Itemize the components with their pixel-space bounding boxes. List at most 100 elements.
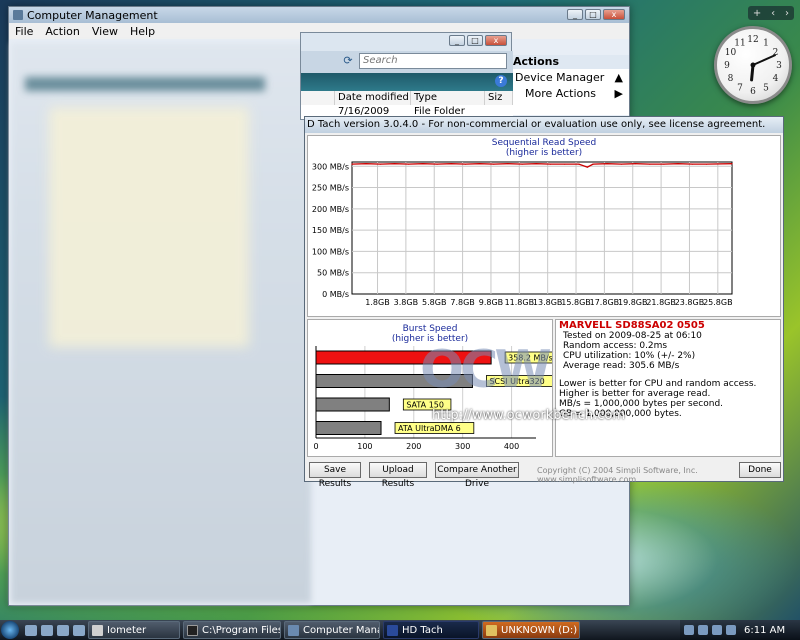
- power-icon[interactable]: [726, 625, 736, 635]
- data-point: [535, 163, 537, 165]
- prev-gadget-icon[interactable]: ‹: [771, 8, 775, 19]
- iometer-icon: [92, 624, 103, 636]
- clock-numeral: 5: [763, 84, 769, 94]
- burst-bar: [315, 421, 382, 435]
- menu-action[interactable]: Action: [45, 25, 79, 38]
- data-point: [422, 163, 424, 165]
- next-gadget-icon[interactable]: ›: [785, 8, 789, 19]
- menu-view[interactable]: View: [92, 25, 118, 38]
- menu-help[interactable]: Help: [130, 25, 155, 38]
- volume-icon[interactable]: [698, 625, 708, 635]
- data-point: [379, 163, 381, 165]
- x-tick-label: 11.8GB: [505, 298, 535, 307]
- close-button[interactable]: x: [603, 9, 625, 20]
- x-tick-label: 23.8GB: [675, 298, 705, 307]
- x-tick-label: 400: [504, 442, 519, 451]
- x-tick-label: 13.8GB: [533, 298, 563, 307]
- burst-chart-title-line1: Burst Speed: [402, 324, 458, 334]
- ie-icon[interactable]: [57, 624, 69, 636]
- taskbar-clock[interactable]: 6:11 AM: [744, 625, 785, 636]
- column-type[interactable]: Type: [411, 91, 485, 105]
- taskbar-item-cmd[interactable]: C:\Program Files\Io...: [183, 621, 281, 639]
- taskbar-item-unknown-drive[interactable]: UNKNOWN (D:): [482, 621, 580, 639]
- x-tick-label: 7.8GB: [450, 298, 474, 307]
- actions-header: Actions: [509, 55, 629, 69]
- plot-area: [351, 161, 733, 295]
- y-tick-label: 50 MB/s: [317, 269, 349, 278]
- seq-chart-title-line1: Sequential Read Speed: [491, 138, 597, 148]
- network-icon[interactable]: [684, 625, 694, 635]
- clock-numeral: 9: [724, 61, 730, 71]
- taskbar-item-iometer[interactable]: Iometer: [88, 621, 180, 639]
- x-tick-label: 3.8GB: [394, 298, 418, 307]
- data-point: [521, 163, 523, 165]
- hdtach-window[interactable]: D Tach version 3.0.4.0 - For non-commerc…: [304, 116, 784, 489]
- explorer-icon[interactable]: [73, 624, 85, 636]
- taskbar-item-hdtach[interactable]: HD Tach: [383, 621, 479, 639]
- hdtach-title: D Tach version 3.0.4.0 - For non-commerc…: [305, 117, 783, 133]
- info-random-access: Random access: 0.2ms: [563, 341, 668, 351]
- data-point: [493, 163, 495, 165]
- help-icon[interactable]: ?: [495, 75, 507, 87]
- action-more-actions[interactable]: More Actions ▶: [509, 85, 629, 101]
- clock-numeral: 8: [728, 74, 734, 84]
- data-point: [606, 163, 608, 165]
- column-name[interactable]: [301, 91, 335, 105]
- close-button[interactable]: x: [485, 35, 507, 46]
- minimize-button[interactable]: _: [567, 9, 583, 20]
- save-results-button[interactable]: Save Results: [309, 462, 361, 489]
- x-tick-label: 25.8GB: [703, 298, 733, 307]
- y-tick-label: 200 MB/s: [312, 205, 349, 214]
- action-label: More Actions: [525, 86, 596, 100]
- start-button[interactable]: [1, 621, 19, 639]
- column-size[interactable]: Siz: [485, 91, 513, 105]
- switch-windows-icon[interactable]: [41, 624, 53, 636]
- submenu-arrow-icon: ▶: [614, 86, 623, 100]
- maximize-button[interactable]: □: [585, 9, 601, 20]
- info-cpu: CPU utilization: 10% (+/- 2%): [563, 351, 696, 361]
- y-tick-label: 100 MB/s: [312, 247, 349, 256]
- system-tray: 6:11 AM: [680, 620, 800, 640]
- action-label: Device Manager: [515, 70, 605, 84]
- blurred-toolbar: [25, 77, 265, 91]
- taskbar-item-computer-management[interactable]: Computer Manage...: [284, 621, 380, 639]
- security-icon[interactable]: [712, 625, 722, 635]
- x-tick-label: 21.8GB: [646, 298, 676, 307]
- maximize-button[interactable]: □: [467, 35, 483, 46]
- x-tick-label: 17.8GB: [590, 298, 620, 307]
- compare-drive-button[interactable]: Compare Another Drive: [435, 462, 519, 489]
- data-point: [731, 163, 733, 165]
- minute-hand: [752, 54, 776, 66]
- explorer-window[interactable]: _ □ x ⟳ Search ? Date modified Type Siz …: [300, 32, 513, 131]
- note-higher: Higher is better for average read.: [559, 389, 711, 399]
- x-tick-label: 19.8GB: [618, 298, 648, 307]
- task-label: HD Tach: [402, 624, 443, 636]
- add-gadget-icon[interactable]: +: [753, 8, 761, 19]
- sidebar-gadget-controls[interactable]: + ‹ ›: [748, 6, 794, 20]
- data-point: [592, 163, 594, 165]
- task-label: Computer Manage...: [303, 624, 379, 636]
- address-bar: ⟳ Search: [301, 51, 513, 73]
- data-point: [586, 166, 588, 168]
- search-input[interactable]: Search: [359, 53, 507, 69]
- data-point: [507, 163, 509, 165]
- x-tick-label: 100: [357, 442, 372, 451]
- sequential-read-chart: 0 MB/s 50 MB/s 100 MB/s 150 MB/s 200 MB/s 250…: [312, 161, 733, 307]
- title-bar[interactable]: Computer Management: [9, 7, 629, 23]
- action-device-manager[interactable]: Device Manager ▲: [509, 69, 629, 85]
- drive-info-panel: MARVELL SD88SA02 0505 Tested on 2009-08-…: [555, 319, 781, 457]
- show-desktop-icon[interactable]: [25, 624, 37, 636]
- refresh-icon[interactable]: ⟳: [341, 54, 355, 68]
- clock-gadget[interactable]: 1 2 3 4 5 6 7 8 9 10 11 12: [714, 26, 792, 104]
- data-point: [450, 163, 452, 165]
- minimize-button[interactable]: _: [449, 35, 465, 46]
- data-point: [649, 163, 651, 165]
- upload-results-button[interactable]: Upload Results: [369, 462, 427, 489]
- sequential-read-panel: Sequential Read Speed (higher is better)…: [307, 135, 781, 317]
- data-point: [549, 163, 552, 165]
- menu-file[interactable]: File: [15, 25, 33, 38]
- collapse-icon[interactable]: ▲: [615, 71, 623, 84]
- x-tick-label: 300: [455, 442, 470, 451]
- done-button[interactable]: Done: [739, 462, 781, 478]
- column-date-modified[interactable]: Date modified: [335, 91, 411, 105]
